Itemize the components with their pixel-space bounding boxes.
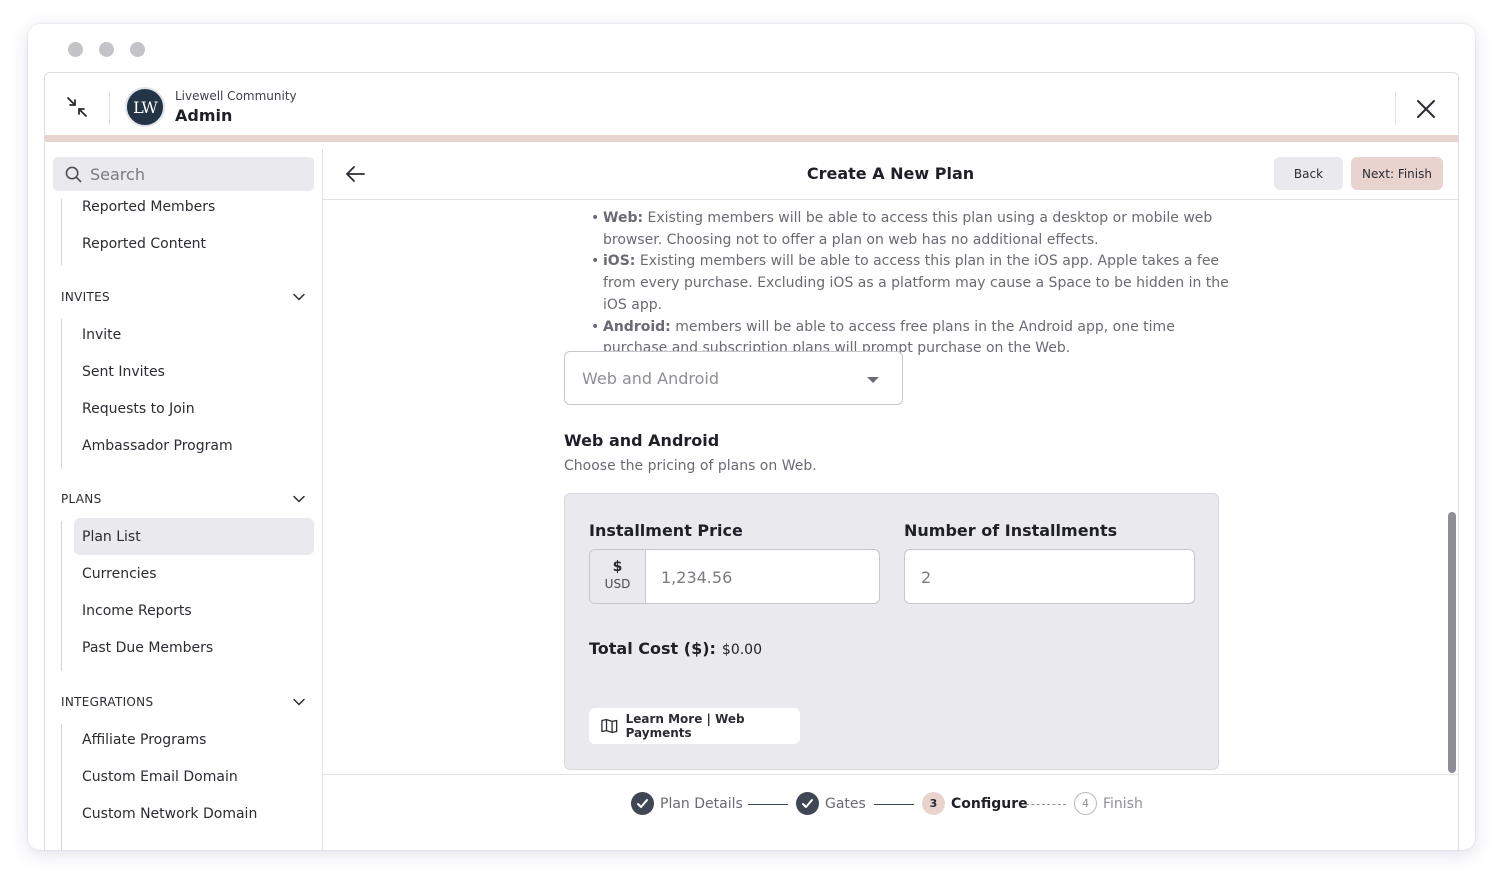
window-controls: [68, 42, 145, 57]
total-cost: Total Cost ($): $0.00: [589, 639, 763, 658]
scrollbar-thumb[interactable]: [1448, 512, 1456, 773]
sidebar-item-plan-list[interactable]: Plan List: [82, 529, 141, 545]
page-header: Create A New Plan Back Next: Finish: [323, 149, 1458, 200]
bullet-web: Web: Existing members will be able to ac…: [591, 208, 1231, 251]
total-cost-value: $0.00: [721, 642, 763, 658]
search-input[interactable]: Search: [53, 157, 314, 191]
nav-group-line: [61, 521, 62, 671]
sidebar-item-invite[interactable]: Invite: [82, 327, 121, 343]
installment-price-label: Installment Price: [589, 521, 743, 540]
close-icon[interactable]: [1415, 98, 1437, 120]
sidebar-item-reported-content[interactable]: Reported Content: [82, 236, 206, 252]
nav-group-line: [61, 319, 62, 469]
main-panel: Create A New Plan Back Next: Finish Web:…: [323, 149, 1458, 850]
check-icon: [631, 792, 654, 815]
sidebar-item-reported-members[interactable]: Reported Members: [82, 199, 215, 215]
sidebar-item-requests-to-join[interactable]: Requests to Join: [82, 401, 195, 417]
step-configure: 3 Configure: [922, 792, 1028, 815]
platform-descriptions: Web: Existing members will be able to ac…: [591, 208, 1231, 360]
progress-stepper: Plan Details Gates 3 Configure 4 Finish: [323, 774, 1458, 850]
app-window: LW Livewell Community Admin Search Repor…: [28, 24, 1475, 850]
divider: [109, 92, 110, 125]
check-icon: [796, 792, 819, 815]
platform-select[interactable]: Web and Android: [564, 351, 903, 405]
caret-down-icon: [867, 377, 879, 383]
role-label: Admin: [175, 106, 233, 125]
chevron-down-icon: [293, 495, 305, 503]
nav-group-line: [61, 724, 62, 850]
installment-price-placeholder: 1,234.56: [661, 568, 733, 587]
sidebar-item-income-reports[interactable]: Income Reports: [82, 603, 192, 619]
sidebar-item-ambassador-program[interactable]: Ambassador Program: [82, 438, 233, 454]
step-finish: 4 Finish: [1074, 792, 1143, 815]
currency-addon: $ USD: [590, 550, 646, 603]
installments-input[interactable]: 2: [904, 549, 1195, 604]
pricing-section-description: Choose the pricing of plans on Web.: [564, 458, 817, 474]
back-button[interactable]: Back: [1274, 157, 1343, 190]
section-invites[interactable]: INVITES: [61, 290, 306, 310]
community-logo: LW: [125, 87, 165, 127]
sidebar-item-affiliate-programs[interactable]: Affiliate Programs: [82, 732, 206, 748]
window-close-dot[interactable]: [68, 42, 83, 57]
step-connector: [748, 804, 788, 805]
sidebar-item-past-due-members[interactable]: Past Due Members: [82, 640, 213, 656]
sidebar-item-custom-network-domain[interactable]: Custom Network Domain: [82, 806, 257, 822]
section-integrations[interactable]: INTEGRATIONS: [61, 695, 306, 715]
window-minimize-dot[interactable]: [99, 42, 114, 57]
nav-group-line: [61, 199, 62, 265]
map-icon: [601, 718, 618, 734]
collapse-icon[interactable]: [65, 95, 89, 119]
pricing-card: Installment Price Number of Installments…: [564, 493, 1219, 770]
sidebar-item-custom-email-domain[interactable]: Custom Email Domain: [82, 769, 238, 785]
learn-more-button[interactable]: Learn More | Web Payments: [589, 708, 800, 744]
search-icon: [65, 166, 82, 182]
pricing-section-title: Web and Android: [564, 431, 720, 450]
next-finish-button[interactable]: Next: Finish: [1351, 157, 1443, 190]
section-plans[interactable]: PLANS: [61, 492, 306, 512]
admin-panel: LW Livewell Community Admin Search Repor…: [44, 72, 1459, 850]
sidebar-item-sent-invites[interactable]: Sent Invites: [82, 364, 165, 380]
form-content: Web: Existing members will be able to ac…: [323, 200, 1458, 774]
step-plan-details: Plan Details: [631, 792, 743, 815]
installment-price-input[interactable]: $ USD 1,234.56: [589, 549, 880, 604]
chevron-down-icon: [293, 293, 305, 301]
step-gates: Gates: [796, 792, 866, 815]
divider: [1395, 92, 1396, 125]
step-connector: [1026, 804, 1066, 805]
bullet-ios: iOS: Existing members will be able to ac…: [591, 251, 1231, 316]
chevron-down-icon: [293, 698, 305, 706]
step-connector: [874, 804, 914, 805]
window-maximize-dot[interactable]: [130, 42, 145, 57]
sidebar-item-currencies[interactable]: Currencies: [82, 566, 157, 582]
sidebar: Search Reported Members Reported Content…: [45, 149, 323, 850]
top-bar: LW Livewell Community Admin: [45, 73, 1458, 142]
community-name: Livewell Community: [175, 89, 297, 103]
installments-label: Number of Installments: [904, 521, 1118, 540]
